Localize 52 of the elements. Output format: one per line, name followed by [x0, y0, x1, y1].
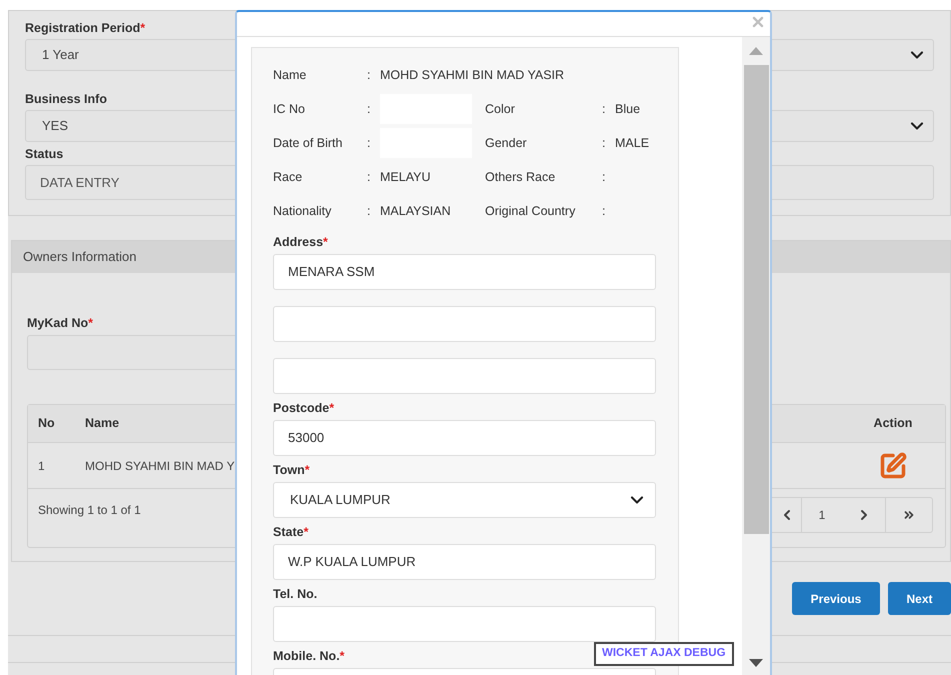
colon: :: [367, 102, 370, 116]
info-value: MALE: [615, 134, 650, 152]
colon: :: [602, 136, 606, 150]
input-field[interactable]: W.P KUALA LUMPUR: [273, 544, 656, 580]
field-label: Business Info: [25, 92, 107, 106]
field-label: Town: [273, 462, 305, 478]
info-value: MOHD SYAHMI BIN MAD YASIR: [380, 66, 564, 84]
colon: :: [367, 170, 370, 184]
field-label: State: [273, 524, 304, 540]
info-value: MELAYU: [380, 168, 430, 186]
colon: :: [367, 68, 370, 82]
table-cell-text: 1: [37, 458, 46, 474]
select-field[interactable]: KUALA LUMPUR: [273, 482, 656, 518]
input-field[interactable]: MENARA SSM: [273, 254, 656, 290]
info-label: Race: [273, 170, 302, 184]
info-label: Others Race: [485, 170, 556, 184]
debug-link[interactable]: WICKET AJAX DEBUG: [594, 642, 734, 666]
field-label: Mobile. No.: [273, 648, 340, 664]
info-label: Gender: [485, 136, 527, 150]
colon: :: [367, 204, 370, 218]
field-label: Postcode: [273, 400, 330, 416]
column-header: Name: [85, 415, 120, 432]
info-label: Nationality: [273, 204, 332, 218]
info-label: IC No: [273, 102, 305, 116]
table-cell: MOHD SYAHMI BIN MAD Y: [85, 458, 235, 472]
required-mark: *: [140, 21, 146, 35]
colon: :: [602, 204, 606, 218]
field-label: Tel. No.: [273, 586, 318, 602]
nav-button[interactable]: Previous: [792, 582, 880, 615]
info-value: MALAYSIAN: [380, 202, 451, 220]
field-label: Status: [25, 147, 64, 161]
table-footer-text: Showing 1 to 1 of 1: [38, 502, 141, 519]
colon: :: [602, 102, 606, 116]
field-label: MyKad No: [27, 315, 88, 331]
page-button[interactable]: 1: [802, 498, 842, 532]
info-label: Date of Birth: [273, 136, 342, 150]
column-header: No: [37, 415, 56, 432]
field-label: Registration Period: [25, 21, 140, 35]
info-value: Blue: [615, 100, 640, 118]
colon: :: [602, 170, 606, 184]
required-mark: *: [88, 315, 93, 331]
required-mark: *: [304, 462, 310, 478]
required-mark: *: [304, 524, 308, 540]
info-label: Color: [485, 102, 515, 116]
info-label: Original Country: [485, 204, 576, 218]
input-field[interactable]: 53000: [273, 420, 656, 456]
info-label: Name: [273, 68, 306, 82]
required-mark: *: [340, 648, 345, 664]
nav-button[interactable]: Next: [888, 582, 951, 615]
colon: :: [367, 136, 370, 150]
column-header: Action: [872, 415, 914, 432]
required-mark: *: [329, 400, 334, 416]
